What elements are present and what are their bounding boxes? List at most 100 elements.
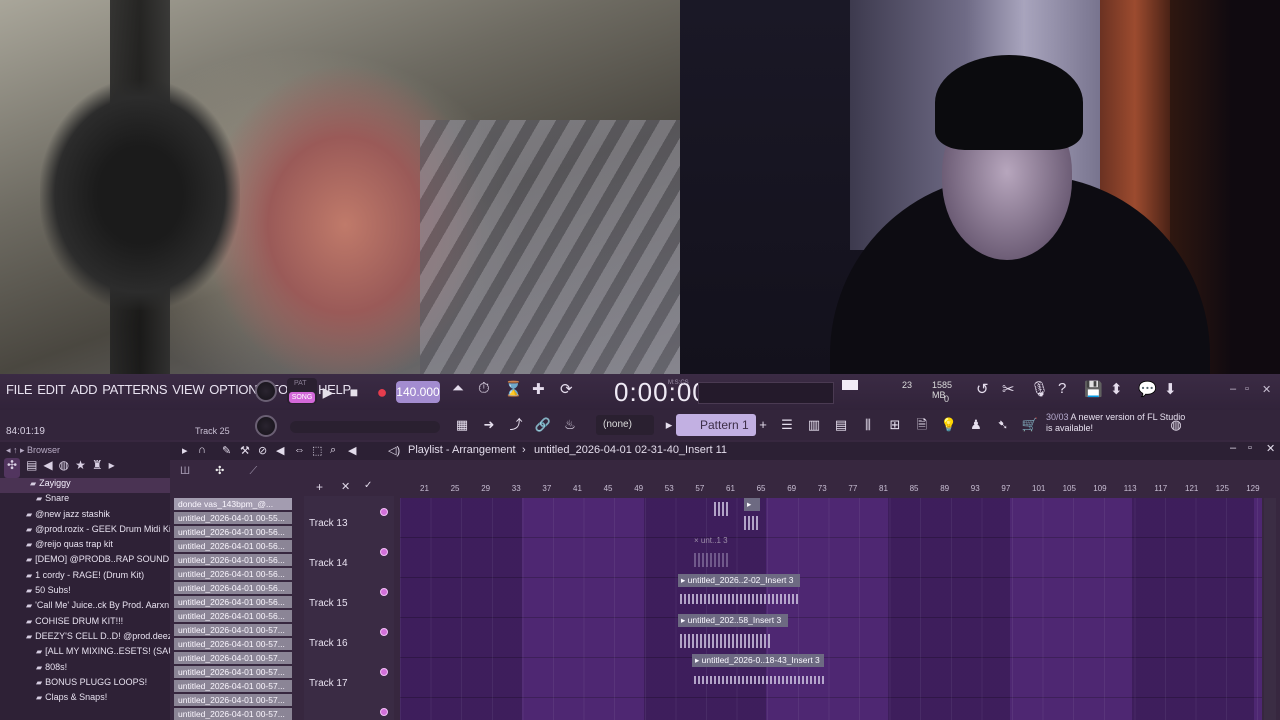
browser-item[interactable]: ▰ BONUS PLUGG LOOPS! — [0, 677, 170, 692]
menu-add[interactable]: ADD — [71, 382, 98, 397]
track-mute-button[interactable] — [380, 708, 388, 716]
remove-track-icon[interactable]: ✕ — [341, 480, 350, 493]
timeline-ruler[interactable]: 21 25 29 33 37 41 45 49 53 57 61 65 69 73 77 81 85 89 93 97… — [400, 480, 1266, 496]
clip-source-item[interactable]: untitled_2026-04-01 00-55... — [174, 512, 292, 524]
track-name[interactable]: Track 13 — [309, 518, 348, 529]
track-mute-button[interactable] — [380, 548, 388, 556]
audio-clip[interactable]: ▸ untitled_2026..2-02_Insert 3 — [678, 574, 800, 587]
menu-edit[interactable]: EDIT — [37, 382, 66, 397]
link-icon[interactable]: 🔗 — [532, 414, 554, 436]
add-track-icon[interactable]: + — [316, 480, 323, 494]
edit-track-icon[interactable]: ✓ — [364, 480, 372, 491]
automation-clip-icon[interactable]: ⟋ — [249, 465, 257, 477]
browser-item[interactable]: ▰ 1 cordy - RAGE! (Drum Kit) — [0, 570, 170, 585]
clip-source-item[interactable]: untitled_2026-04-01 00-56... — [174, 568, 292, 580]
pattern-selector[interactable]: Pattern 1 — [676, 414, 756, 436]
pat-song-toggle[interactable]: PAT SONG — [287, 378, 317, 404]
browser-item[interactable]: ▰ @reijo quas trap kit — [0, 539, 170, 554]
pattern-clip-icon[interactable]: ✣ — [215, 465, 224, 477]
track-mute-button[interactable] — [380, 628, 388, 636]
arrow-right-icon[interactable]: ➜ — [478, 414, 500, 436]
audio-clip-waveform[interactable] — [714, 502, 728, 516]
browser-item[interactable]: ▰[DEMO] @PRODB..RAP SOUND KIT — [0, 554, 170, 569]
browser-item[interactable]: ▰[ALL MY MIXING..ESETS! (SAUCE) — [0, 646, 170, 661]
clip-source-item[interactable]: untitled_2026-04-01 00-57... — [174, 680, 292, 692]
arrangement-name[interactable]: untitled_2026-04-01 02-31-40_Insert 11 — [534, 444, 727, 456]
slip-tool-icon[interactable]: ⇔ — [294, 444, 305, 456]
menu-file[interactable]: FILE — [6, 382, 33, 397]
browser-tab-online-icon[interactable]: ◍ — [59, 458, 69, 478]
channel-rack-icon[interactable]: ▥ — [803, 414, 825, 436]
minimize-icon[interactable]: – — [1230, 383, 1236, 395]
playlist-maximize-icon[interactable]: ▫ — [1248, 442, 1252, 454]
clip-source-item[interactable]: untitled_2026-04-01 00-57... — [174, 652, 292, 664]
pencil-tool-icon[interactable]: ✎ — [222, 444, 231, 457]
track-name[interactable]: Track 15 — [309, 598, 348, 609]
wait-input-icon[interactable]: ⏱ — [478, 380, 490, 397]
track-mute-button[interactable] — [380, 508, 388, 516]
render-icon[interactable]: ⬍ — [1110, 380, 1123, 398]
browser-item[interactable]: ▰ DEEZY'S CELL D..D! @prod.deezy — [0, 631, 170, 646]
audio-clip[interactable]: ▸ untitled_202..58_Insert 3 — [678, 614, 788, 627]
chat-icon[interactable]: 💬 — [1138, 380, 1157, 398]
microphone-icon[interactable]: 🎙 — [1030, 380, 1049, 398]
playlist-icon[interactable]: ☰ — [776, 414, 798, 436]
loop-record-icon[interactable]: ⟳ — [560, 380, 573, 398]
clip-source-item[interactable]: untitled_2026-04-01 00-56... — [174, 610, 292, 622]
muted-clip-label[interactable]: × unt..1 3 — [694, 536, 728, 545]
menu-patterns[interactable]: PATTERNS — [102, 382, 167, 397]
mascot-icon[interactable]: ➷ — [992, 414, 1014, 436]
touch-keyboard-icon[interactable]: 💡 — [938, 414, 960, 436]
track-mute-button[interactable] — [380, 588, 388, 596]
master-slider[interactable] — [290, 421, 440, 433]
play-button[interactable]: ▶ — [316, 380, 340, 404]
step-edit-icon[interactable]: ✚ — [532, 380, 545, 398]
stamp-icon[interactable]: ♨ — [559, 414, 581, 436]
magnet-icon[interactable]: ∩ — [198, 444, 206, 456]
track-name[interactable]: Track 14 — [309, 558, 348, 569]
cut-icon[interactable]: ✂ — [1002, 380, 1015, 398]
browser-tab-project-icon[interactable]: ▤ — [26, 458, 37, 478]
track-name[interactable]: Track 17 — [309, 678, 348, 689]
browser-item[interactable]: ▰ Snare — [0, 493, 170, 508]
browser-item[interactable]: ▰ @prod.rozix - GEEK Drum Midi Kit — [0, 524, 170, 539]
clip-source-item[interactable]: untitled_2026-04-01 00-56... — [174, 582, 292, 594]
browser-item[interactable]: ▰ 808s! — [0, 662, 170, 677]
menu-view[interactable]: VIEW — [172, 382, 204, 397]
playlist-grid[interactable]: ▸ × unt..1 3 ▸ untitled_2026..2-02_Inser… — [400, 498, 1262, 720]
paint-tool-icon[interactable]: ⚒ — [240, 444, 250, 457]
download-icon[interactable]: ⬇ — [1164, 380, 1177, 398]
save-icon[interactable]: 💾 — [1084, 380, 1103, 398]
audio-clip-waveform[interactable] — [744, 516, 760, 530]
select-tool-icon[interactable]: ⬚ — [312, 444, 322, 457]
plugin-picker-icon[interactable]: 🗎 — [911, 414, 933, 436]
maximize-icon[interactable]: ▫ — [1245, 383, 1249, 395]
master-pitch-knob[interactable] — [255, 415, 277, 437]
tempo-display[interactable]: 140.000 — [396, 381, 440, 403]
stop-button[interactable]: ■ — [342, 380, 366, 404]
browser-tab-packs-icon[interactable]: ♜ — [92, 458, 103, 478]
store-icon[interactable]: 🛒 — [1019, 414, 1041, 436]
audio-clip-waveform[interactable] — [680, 634, 772, 648]
master-volume-knob[interactable] — [255, 380, 277, 402]
clip-source-item[interactable]: untitled_2026-04-01 00-56... — [174, 596, 292, 608]
clip-source-item[interactable]: donde vas_143bpm_@... — [174, 498, 292, 510]
mixer-icon[interactable]: ⫼ — [857, 414, 879, 436]
record-button[interactable]: ● — [370, 380, 394, 404]
browser-item-zayiggy[interactable]: ▰ Zayiggy — [0, 478, 170, 494]
browser-tab-next-icon[interactable]: ▸ — [109, 458, 115, 478]
browser-back-icon[interactable]: ◂ ↑ ▸ — [6, 445, 27, 455]
add-pattern-button[interactable]: + — [752, 414, 774, 436]
piano-roll-view-icon[interactable]: ▤ — [830, 414, 852, 436]
browser-item[interactable]: ▰ @new jazz stashik — [0, 509, 170, 524]
clip-source-item[interactable]: untitled_2026-04-01 00-57... — [174, 666, 292, 678]
muted-clip-waveform[interactable] — [694, 553, 730, 567]
clip-source-item[interactable]: untitled_2026-04-01 00-56... — [174, 554, 292, 566]
countdown-icon[interactable]: ⌛ — [504, 380, 523, 398]
clip-source-item[interactable]: untitled_2026-04-01 00-57... — [174, 694, 292, 706]
piano-roll-icon[interactable]: ▦ — [451, 414, 473, 436]
clip-source-item[interactable]: untitled_2026-04-01 00-57... — [174, 708, 292, 720]
snap-selector[interactable]: (none) — [596, 415, 654, 435]
playlist-close-icon[interactable]: ✕ — [1266, 442, 1275, 455]
audio-clip[interactable]: ▸ — [744, 498, 760, 511]
